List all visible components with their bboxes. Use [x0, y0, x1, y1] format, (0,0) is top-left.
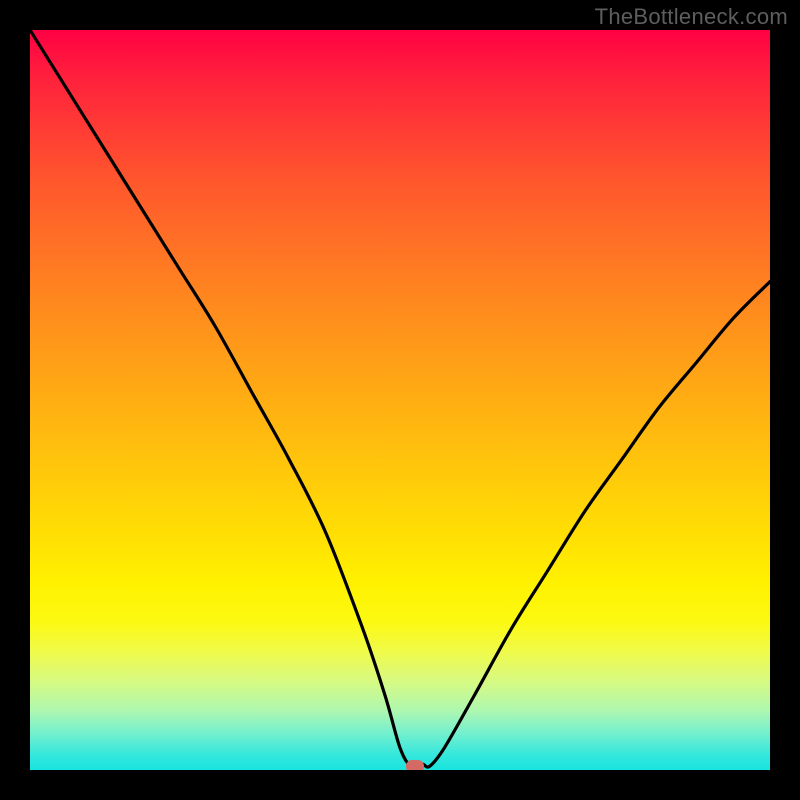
bottleneck-curve: [30, 30, 770, 770]
chart-frame: TheBottleneck.com: [0, 0, 800, 800]
watermark-text: TheBottleneck.com: [595, 4, 788, 30]
curve-path: [30, 30, 770, 767]
plot-area: [30, 30, 770, 770]
